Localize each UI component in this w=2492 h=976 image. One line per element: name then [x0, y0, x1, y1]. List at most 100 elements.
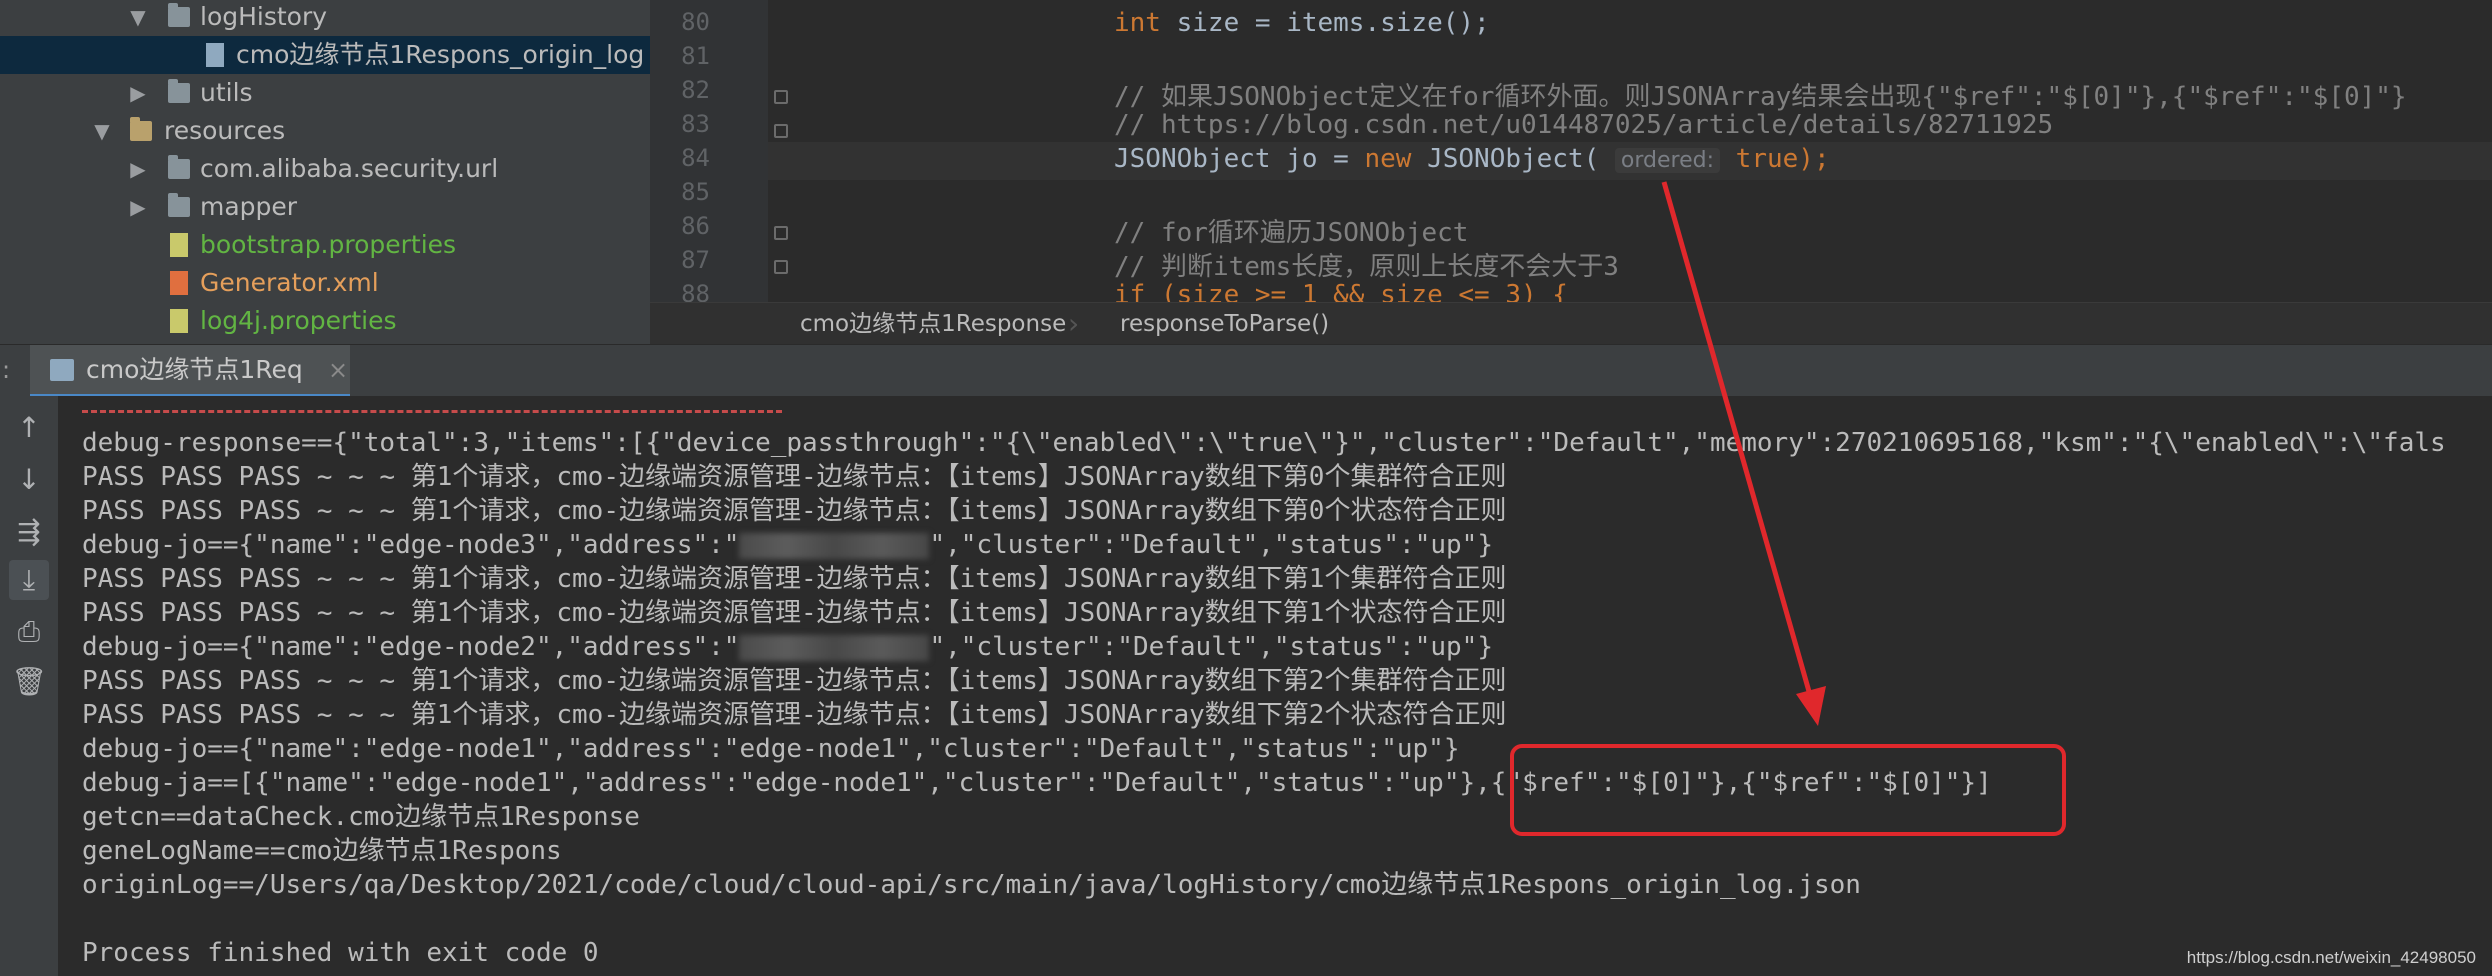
run-config-icon [50, 359, 74, 381]
code-line: if (size >= 1 && size <= 3) { [1114, 280, 1568, 302]
tree-item-label: logHistory [200, 2, 328, 31]
console-text: debug-jo=={"name":"edge-node3","address"… [82, 530, 740, 560]
line-number: 84 [681, 144, 710, 172]
console-line: Process finished with exit code 0 [82, 938, 599, 968]
tree-item-label: com.alibaba.security.url [200, 154, 499, 183]
code-line: int size = items.size(); [1114, 8, 1490, 38]
code-text: JSONObject( [1411, 144, 1600, 174]
code-text: JSONObject jo = [1114, 144, 1365, 174]
line-number: 86 [681, 212, 710, 240]
chevron-down-icon[interactable]: ▼ [90, 112, 114, 150]
console-line: getcn==dataCheck.cmo边缘节点1Response [82, 802, 640, 832]
tree-item-label: mapper [200, 192, 298, 221]
console-separator [82, 410, 782, 413]
package-icon [168, 155, 190, 179]
tree-item-label: cmo边缘节点1Respons_origin_log [236, 40, 645, 69]
redacted-address [739, 634, 930, 661]
watermark: https://blog.csdn.net/weixin_42498050 [2186, 948, 2476, 967]
tree-item-security-url[interactable]: ▶ com.alibaba.security.url [0, 150, 650, 188]
tree-item-label: utils [200, 78, 253, 107]
line-number: 87 [681, 246, 710, 274]
console-line: PASS PASS PASS ~ ~ ~ 第1个请求，cmo-边缘端资源管理-边… [82, 462, 1507, 492]
fold-marker-icon[interactable] [774, 124, 788, 138]
code-text: ); [1798, 144, 1830, 174]
tree-item-bootstrap-properties[interactable]: bootstrap.properties [0, 226, 650, 264]
fold-marker-icon[interactable] [774, 260, 788, 274]
code-keyword: new [1364, 144, 1412, 174]
xml-file-icon [170, 271, 188, 295]
arrow-up-icon[interactable]: ↑ [9, 408, 49, 448]
console-line: debug-jo=={"name":"edge-node2","address"… [82, 630, 1493, 664]
console-line: PASS PASS PASS ~ ~ ~ 第1个请求，cmo-边缘端资源管理-边… [82, 666, 1507, 696]
scroll-to-end-icon[interactable]: ⤓ [9, 560, 49, 600]
tree-item-mapper[interactable]: ▶ mapper [0, 188, 650, 226]
tree-item-label: bootstrap.properties [200, 230, 457, 259]
chevron-right-icon[interactable]: ▶ [126, 188, 150, 226]
console-line: debug-jo=={"name":"edge-node1","address"… [82, 734, 1460, 764]
console-text: ","cluster":"Default","status":"up"} [929, 632, 1493, 662]
highlight-box [1510, 744, 2066, 836]
folder-icon [168, 193, 190, 217]
code-comment: // 如果JSONObject定义在for循环外面。则JSONArray结果会出… [1114, 82, 2407, 112]
console-line: debug-jo=={"name":"edge-node3","address"… [82, 528, 1493, 562]
project-tree: ▼ logHistory cmo边缘节点1Respons_origin_log … [0, 0, 650, 344]
tab-run-config[interactable]: cmo边缘节点1Req × [30, 345, 350, 397]
tree-item-label: Generator.xml [200, 268, 379, 297]
console-line: originLog==/Users/qa/Desktop/2021/code/c… [82, 870, 1861, 900]
line-number: 81 [681, 42, 710, 70]
chevron-down-icon[interactable]: ▼ [126, 0, 150, 36]
console-text: debug-jo=={"name":"edge-node2","address"… [82, 632, 740, 662]
arrow-down-icon[interactable]: ↓ [9, 460, 49, 500]
tree-item-origin-log[interactable]: cmo边缘节点1Respons_origin_log [0, 36, 650, 74]
breadcrumb-method[interactable]: responseToParse() [1120, 303, 1329, 345]
code-keyword: int [1114, 8, 1161, 38]
tree-item-label: resources [164, 116, 286, 145]
line-number: 85 [681, 178, 710, 206]
line-number: 82 [681, 76, 710, 104]
code-comment: // 判断items长度，原则上长度不会大于3 [1114, 252, 1619, 282]
parameter-hint: ordered: [1614, 148, 1721, 173]
fold-marker-icon[interactable] [774, 90, 788, 104]
fold-marker-icon[interactable] [774, 226, 788, 240]
console-line: PASS PASS PASS ~ ~ ~ 第1个请求，cmo-边缘端资源管理-边… [82, 700, 1507, 730]
tab-label: cmo边缘节点1Req [86, 355, 303, 384]
console-line: PASS PASS PASS ~ ~ ~ 第1个请求，cmo-边缘端资源管理-边… [82, 496, 1507, 526]
tree-item-resources[interactable]: ▼ resources [0, 112, 650, 150]
console-output[interactable]: debug-response=={"total":3,"items":[{"de… [58, 396, 2492, 976]
redacted-address [739, 532, 930, 559]
chevron-right-icon[interactable]: ▶ [126, 150, 150, 188]
breadcrumb: cmo边缘节点1Response › responseToParse() [650, 302, 2492, 345]
chevron-right-icon[interactable]: ▶ [126, 74, 150, 112]
properties-file-icon [170, 233, 188, 257]
trash-icon[interactable]: 🗑 [9, 662, 49, 702]
json-file-icon [206, 43, 224, 67]
tree-item-label: log4j.properties [200, 306, 397, 335]
line-number: 88 [681, 280, 710, 302]
close-icon[interactable]: × [328, 345, 348, 395]
line-number: 80 [681, 8, 710, 36]
print-icon[interactable]: ⎙ [9, 612, 49, 652]
folder-icon [168, 3, 190, 27]
console-line: PASS PASS PASS ~ ~ ~ 第1个请求，cmo-边缘端资源管理-边… [82, 564, 1507, 594]
properties-file-icon [170, 309, 188, 333]
code-text: size = items.size(); [1160, 8, 1490, 38]
tree-item-generator-xml[interactable]: Generator.xml [0, 264, 650, 302]
breadcrumb-class[interactable]: cmo边缘节点1Response [800, 303, 1066, 345]
console-line: PASS PASS PASS ~ ~ ~ 第1个请求，cmo-边缘端资源管理-边… [82, 598, 1507, 628]
run-tool-window-header: : cmo边缘节点1Req × [0, 344, 2492, 398]
console-text: ","cluster":"Default","status":"up"} [929, 530, 1493, 560]
console-line: debug-response=={"total":3,"items":[{"de… [82, 428, 2446, 458]
tree-item-log4j-properties[interactable]: log4j.properties [0, 302, 650, 340]
resource-folder-icon [130, 117, 152, 141]
line-number: 83 [681, 110, 710, 138]
code-editor[interactable]: 80 81 82 83 84 85 86 87 88 int size = it… [650, 0, 2492, 302]
console-line: geneLogName==cmo边缘节点1Respons [82, 836, 562, 866]
run-toolbar: ↑ ↓ ⇶ ⤓ ⎙ 🗑 [0, 396, 58, 976]
code-comment: // https://blog.csdn.net/u014487025/arti… [1114, 110, 2054, 140]
tree-item-loghistory[interactable]: ▼ logHistory [0, 0, 650, 36]
breadcrumb-separator-icon: › [1068, 307, 1080, 340]
tree-item-utils[interactable]: ▶ utils [0, 74, 650, 112]
code-line: JSONObject jo = new JSONObject( ordered:… [1114, 144, 1830, 174]
soft-wrap-icon[interactable]: ⇶ [9, 512, 49, 552]
code-comment: // for循环遍历JSONObject [1114, 218, 1469, 248]
